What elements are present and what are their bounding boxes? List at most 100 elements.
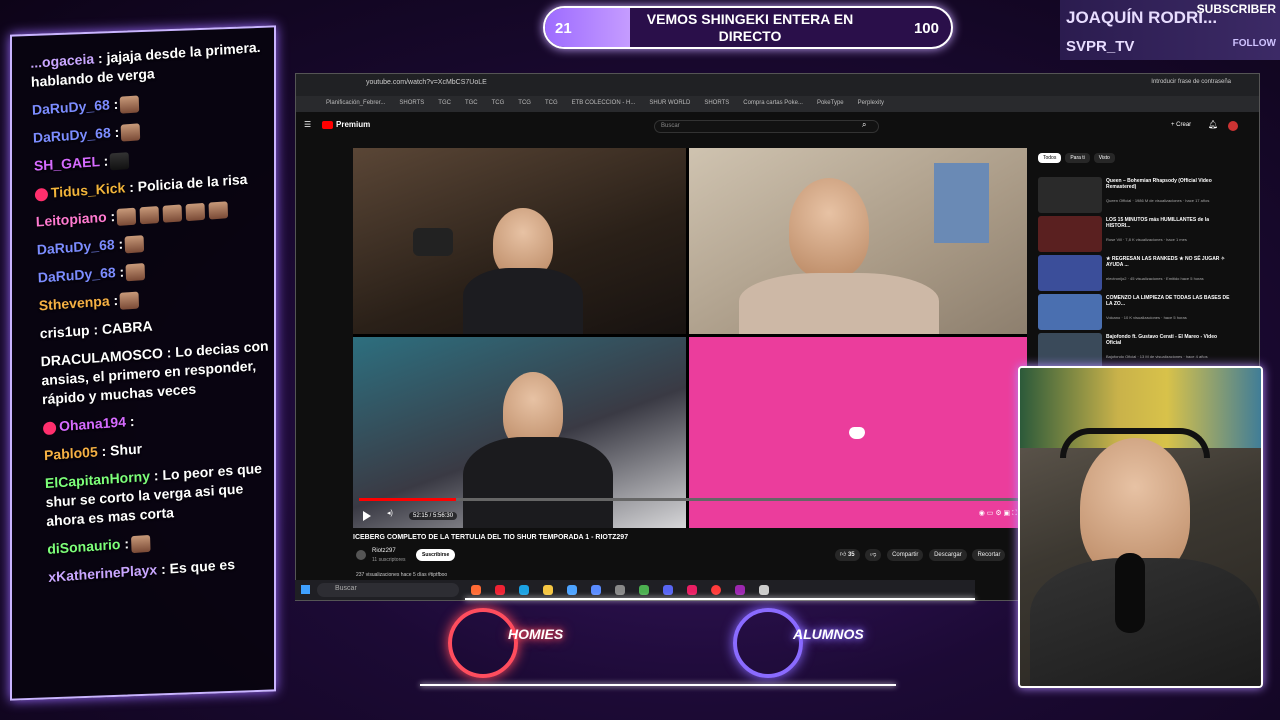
app-icon[interactable] — [615, 585, 625, 595]
chat-username[interactable]: Tidus_Kick — [51, 179, 126, 200]
bookmark-item[interactable]: TCG — [545, 100, 558, 106]
channel-avatar[interactable] — [356, 550, 366, 560]
subscribe-button[interactable]: Suscribirse — [416, 549, 456, 561]
video-progress[interactable] — [359, 498, 1019, 501]
bookmark-item[interactable]: Planificación_Febrer... — [326, 100, 385, 106]
chat-username[interactable]: Pablo05 — [44, 443, 98, 463]
recommended-video[interactable]: COMENZO LA LIMPIEZA DE TODAS LAS BASES D… — [1038, 294, 1238, 332]
play-icon[interactable] — [363, 511, 371, 521]
share-button[interactable]: Compartir — [887, 549, 924, 561]
bookmark-item[interactable]: TCG — [492, 100, 505, 106]
bookmark-item[interactable]: TCG — [518, 100, 531, 106]
chat-username[interactable]: DaRuDy_68 — [38, 264, 116, 285]
neon-divider — [420, 684, 896, 686]
download-button[interactable]: Descargar — [929, 549, 967, 561]
goal-target: 100 — [913, 20, 939, 37]
alumnos-label: ALUMNOS — [793, 626, 864, 642]
taskbar-search[interactable]: Buscar — [317, 583, 459, 597]
video-thumbnail[interactable] — [1038, 333, 1102, 369]
chat-username[interactable]: DaRuDy_68 — [33, 124, 111, 145]
filter-chip[interactable]: Visto — [1093, 153, 1115, 163]
app-icon[interactable] — [759, 585, 769, 595]
chat-username[interactable]: Sthevenpa — [39, 293, 110, 314]
dislike-button[interactable]: 👎︎ — [865, 549, 882, 561]
bell-icon[interactable]: 🔔︎ — [1208, 120, 1218, 129]
filter-chip[interactable]: Para ti — [1065, 153, 1090, 163]
edge-icon[interactable] — [519, 585, 529, 595]
folder-icon[interactable] — [543, 585, 553, 595]
follower-name: SVPR_TV — [1066, 38, 1135, 55]
app-icon[interactable] — [687, 585, 697, 595]
volume-icon[interactable]: ◂) — [387, 509, 393, 517]
video-thumbnail[interactable] — [1038, 216, 1102, 252]
subscriber-name: JOAQUÍN RODRÍ... — [1066, 8, 1218, 27]
bookmark-item[interactable]: SHUR WORLD — [649, 100, 690, 106]
youtube-logo[interactable]: Premium — [322, 120, 370, 129]
chat-text: : CABRA — [93, 317, 153, 338]
recommended-meta: Bajofondo Oficial · 13 M de visualizacio… — [1106, 354, 1208, 359]
chat-username[interactable]: DaRuDy_68 — [32, 96, 110, 117]
recommended-title[interactable]: LOS 15 MINUTOS más HUMILLANTES de la HIS… — [1106, 217, 1231, 229]
chat-username[interactable]: DaRuDy_68 — [37, 236, 115, 257]
recommended-meta: Volcano · 10 K visualizaciones · hace 5 … — [1106, 315, 1187, 320]
chat-username[interactable]: cris1up — [39, 322, 89, 341]
store-icon[interactable] — [567, 585, 577, 595]
bookmark-item[interactable]: PokeType — [817, 100, 844, 106]
channel-name[interactable]: Riotz297 — [372, 548, 396, 554]
chat-username[interactable]: xKatherinePlayx — [48, 561, 157, 585]
create-button[interactable]: + Crear — [1171, 122, 1191, 128]
search-input[interactable]: Buscar — [654, 120, 879, 133]
recommended-video[interactable]: LOS 15 MINUTOS más HUMILLANTES de la HIS… — [1038, 216, 1238, 254]
bookmark-item[interactable]: TGC — [465, 100, 478, 106]
app-icon[interactable] — [591, 585, 601, 595]
chat-text: : — [123, 535, 130, 552]
recommended-title[interactable]: Bajofondo ft. Gustavo Cerati - El Mareo … — [1106, 334, 1231, 346]
filter-chip[interactable]: Todos — [1038, 153, 1062, 163]
chat-username[interactable]: SH_GAEL — [34, 153, 100, 174]
recommended-video[interactable]: Queen – Bohemian Rhapsody (Official Vide… — [1038, 177, 1238, 215]
recommended-title[interactable]: Queen – Bohemian Rhapsody (Official Vide… — [1106, 178, 1231, 190]
url-text[interactable]: youtube.com/watch?v=XcMbCS7UoLE — [366, 79, 487, 86]
bookmark-item[interactable]: Compra cartas Poke... — [743, 100, 803, 106]
brave-icon[interactable] — [471, 585, 481, 595]
chat-username[interactable]: ...ogaceia — [30, 50, 94, 70]
emote-icon — [185, 202, 206, 221]
emote-icon — [120, 95, 140, 114]
video-thumbnail[interactable] — [1038, 294, 1102, 330]
menu-icon[interactable]: ☰ — [304, 120, 311, 129]
recommended-meta: Queen Official · 1986 M de visualizacion… — [1106, 198, 1210, 203]
windows-start-icon[interactable] — [301, 585, 310, 594]
video-thumbnail[interactable] — [1038, 177, 1102, 213]
filter-chips: Todos Para ti Visto — [1038, 153, 1119, 163]
discord-taskbar-icon[interactable] — [663, 585, 673, 595]
chat-username[interactable]: Ohana194 — [59, 413, 126, 434]
recommended-title[interactable]: ★ REGRESAN LAS RANKEDS ★ NO SÉ JUGAR ✧ A… — [1106, 256, 1231, 268]
bookmark-item[interactable]: SHORTS — [399, 100, 424, 106]
like-button[interactable]: 👍︎ 35 — [835, 549, 860, 561]
chat-text: : — [114, 123, 120, 141]
address-bar[interactable]: youtube.com/watch?v=XcMbCS7UoLE Introduc… — [296, 74, 1259, 96]
chrome-icon[interactable] — [639, 585, 649, 595]
chat-message: ...ogaceia : jajaja desde la primera. ha… — [30, 37, 269, 92]
bookmark-item[interactable]: Perplexity — [858, 100, 884, 106]
bookmark-item[interactable]: SHORTS — [704, 100, 729, 106]
app-icon[interactable] — [735, 585, 745, 595]
password-hint[interactable]: Introducir frase de contraseña — [1151, 79, 1231, 85]
bookmark-item[interactable]: ETB COLECCION - H... — [572, 100, 636, 106]
chat-username[interactable]: Leitopiano — [36, 209, 107, 230]
follow-tag: FOLLOW — [1232, 38, 1276, 49]
pokeball-icon[interactable] — [711, 585, 721, 595]
video-player[interactable]: ◂) 52:15 / 5:56:30 ◉ ▭ ⚙ ▣ ⛶ — [353, 148, 1027, 528]
player-controls[interactable]: ◉ ▭ ⚙ ▣ ⛶ — [979, 509, 1017, 518]
chat-username[interactable]: diSonaurio — [47, 536, 121, 557]
search-icon[interactable]: ⌕ — [862, 120, 866, 130]
opera-icon[interactable] — [495, 585, 505, 595]
avatar[interactable] — [1228, 121, 1238, 131]
recommended-title[interactable]: COMENZO LA LIMPIEZA DE TODAS LAS BASES D… — [1106, 295, 1231, 307]
clip-button[interactable]: Recortar — [972, 549, 1006, 561]
bookmark-item[interactable]: TGC — [438, 100, 451, 106]
recommended-video[interactable]: ★ REGRESAN LAS RANKEDS ★ NO SÉ JUGAR ✧ A… — [1038, 255, 1238, 293]
microphone-icon — [413, 228, 453, 256]
like-count: 35 — [847, 552, 855, 558]
video-thumbnail[interactable] — [1038, 255, 1102, 291]
